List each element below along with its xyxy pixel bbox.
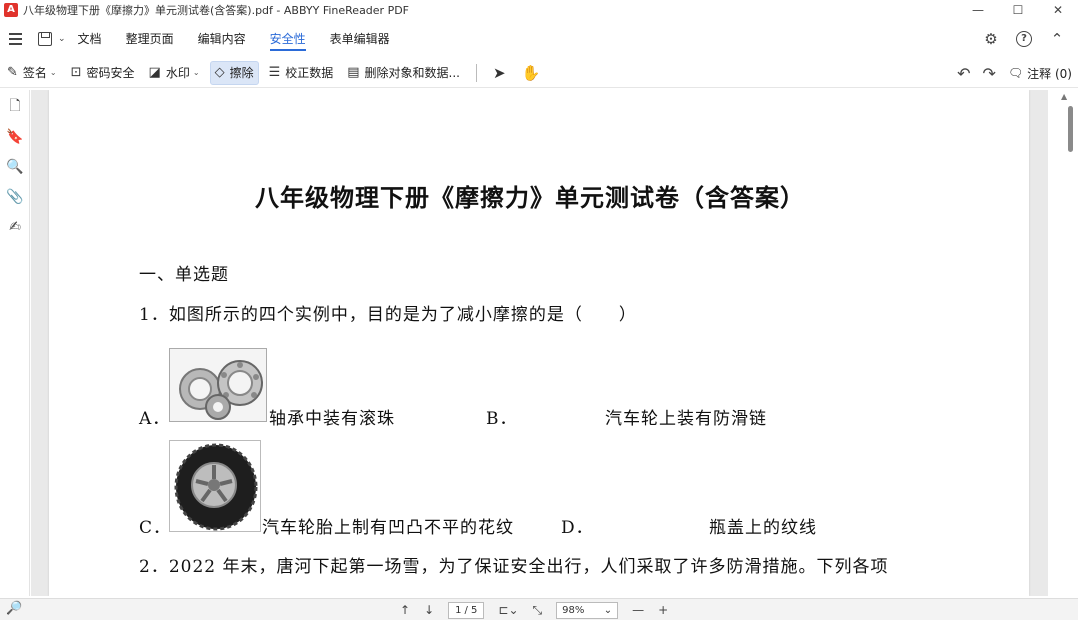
select-cursor-icon[interactable]: ➤ — [493, 64, 506, 82]
scroll-up-icon[interactable]: ▲ — [1061, 92, 1067, 101]
option-c-text: 汽车轮胎上制有凹凸不平的花纹 — [262, 518, 514, 538]
delete-objects-button[interactable]: ▤ 删除对象和数据... — [343, 61, 464, 85]
previous-page-icon[interactable]: ↑ — [400, 603, 410, 617]
delete-objects-icon: ▤ — [347, 65, 360, 80]
document-viewport[interactable]: 八年级物理下册《摩擦力》单元测试卷（含答案） 一、单选题 1．如图所示的四个实例… — [31, 90, 1048, 596]
next-page-icon[interactable]: ↓ — [424, 603, 434, 617]
option-b-label: B． — [486, 409, 518, 429]
option-b-text: 汽车轮上装有防滑链 — [605, 409, 767, 429]
zoom-select[interactable]: 98% ⌄ — [556, 601, 619, 619]
password-security-button[interactable]: ⊡ 密码安全 — [67, 61, 139, 85]
search-icon[interactable]: 🔍 — [0, 152, 30, 182]
comment-icon: 🗨 — [1007, 66, 1024, 80]
erase-button[interactable]: ◇ 擦除 — [209, 60, 259, 85]
delete-objects-label: 删除对象和数据... — [364, 66, 460, 80]
erase-label: 擦除 — [229, 66, 254, 80]
help-icon[interactable]: ? — [1016, 31, 1032, 47]
redact-data-label: 校正数据 — [285, 66, 334, 80]
pen-icon: ✎ — [7, 65, 18, 80]
status-bar: 🔎 ↑ ↓ 1 / 5 ⊏⌄ ⤡ 98% ⌄ — + — [0, 598, 1078, 620]
chevron-down-icon: ⌄ — [49, 68, 57, 77]
lock-icon: ⊡ — [70, 65, 82, 80]
chevron-down-icon: ⌄ — [192, 68, 200, 77]
hand-tool-icon[interactable]: ✋ — [522, 64, 541, 82]
window-controls: — ☐ ✕ — [958, 0, 1078, 20]
pdf-page: 八年级物理下册《摩擦力》单元测试卷（含答案） 一、单选题 1．如图所示的四个实例… — [49, 90, 1029, 596]
zoom-out-icon[interactable]: — — [632, 603, 644, 617]
security-toolbar: ✎ 签名 ⌄ ⊡ 密码安全 ◪ 水印 ⌄ ◇ 擦除 ☰ 校正数据 ▤ 删除对象和… — [0, 58, 1078, 88]
settings-gear-icon[interactable]: ⚙ — [982, 30, 1000, 48]
option-a-text: 轴承中装有滚珠 — [269, 409, 395, 429]
comments-button[interactable]: 🗨 注释 (0) — [1008, 65, 1072, 82]
option-d-text: 瓶盖上的纹线 — [709, 518, 817, 538]
zoom-value: 98% — [562, 604, 585, 616]
watermark-button[interactable]: ◪ 水印 ⌄ — [145, 61, 204, 85]
maximize-button[interactable]: ☐ — [998, 0, 1038, 20]
fit-page-icon[interactable]: ⤡ — [533, 603, 543, 618]
attachment-icon[interactable]: 📎 — [0, 182, 30, 212]
redo-icon[interactable]: ↷ — [983, 64, 996, 83]
page-layout-icon[interactable]: ⊏⌄ — [498, 603, 518, 617]
zoom-in-icon[interactable]: + — [658, 603, 668, 617]
collapse-ribbon-icon[interactable]: ⌃ — [1048, 30, 1066, 48]
undo-icon[interactable]: ↶ — [957, 64, 970, 83]
sign-tool-label: 签名 — [22, 66, 47, 80]
comments-label: 注释 (0) — [1027, 66, 1072, 81]
question-2-text: 2．2022 年末，唐河下起第一场雪，为了保证安全出行，人们采取了许多防滑措施。… — [139, 557, 889, 577]
current-page: 1 — [455, 604, 462, 616]
total-pages: / 5 — [464, 604, 478, 616]
menu-bar: ⌄ 文档 整理页面 编辑内容 安全性 表单编辑器 ⚙ ? ⌃ — [0, 24, 1078, 54]
watermark-label: 水印 — [165, 66, 190, 80]
option-d-label: D． — [561, 518, 594, 538]
redact-icon: ☰ — [268, 65, 281, 80]
scrollbar-thumb[interactable] — [1068, 106, 1073, 152]
toolbar-right-group: ↶ ↷ 🗨 注释 (0) — [957, 58, 1072, 88]
tire-image — [169, 440, 261, 532]
window-title: 八年级物理下册《摩擦力》单元测试卷(含答案).pdf - ABBYY FineR… — [23, 4, 410, 17]
toolbar-separator — [476, 63, 477, 82]
option-a-label: A． — [139, 409, 171, 429]
sign-tool-button[interactable]: ✎ 签名 ⌄ — [3, 61, 61, 85]
save-icon[interactable] — [38, 32, 52, 46]
menu-right-group: ⚙ ? ⌃ — [982, 24, 1066, 54]
minimize-button[interactable]: — — [958, 0, 998, 20]
password-security-label: 密码安全 — [86, 66, 135, 80]
close-button[interactable]: ✕ — [1038, 0, 1078, 20]
signature-icon[interactable]: ✍ — [0, 212, 30, 242]
chevron-down-icon[interactable]: ⌄ — [58, 34, 66, 44]
page-number-input[interactable]: 1 / 5 — [448, 601, 485, 619]
hamburger-menu-icon[interactable] — [2, 33, 28, 45]
page-thumbnails-icon[interactable]: 🗋 — [0, 92, 30, 122]
menu-item-organize-pages[interactable]: 整理页面 — [126, 24, 174, 54]
page-navigation: ↑ ↓ 1 / 5 ⊏⌄ ⤡ 98% ⌄ — + — [400, 599, 668, 620]
title-bar: A 八年级物理下册《摩擦力》单元测试卷(含答案).pdf - ABBYY Fin… — [0, 0, 1078, 20]
question-1-text: 1．如图所示的四个实例中，目的是为了减小摩擦的是（ ） — [139, 305, 637, 325]
eraser-icon: ◇ — [214, 65, 225, 80]
vertical-scrollbar[interactable]: ▲ — [1052, 90, 1078, 596]
document-title: 八年级物理下册《摩擦力》单元测试卷（含答案） — [255, 184, 805, 212]
menu-item-document[interactable]: 文档 — [78, 24, 102, 54]
left-sidebar: 🗋 🔖 🔍 📎 ✍ — [0, 90, 30, 596]
bearing-image — [169, 348, 267, 422]
section-heading: 一、单选题 — [139, 265, 229, 285]
redact-data-button[interactable]: ☰ 校正数据 — [265, 61, 338, 85]
menu-item-edit-content[interactable]: 编辑内容 — [198, 24, 246, 54]
menu-item-security[interactable]: 安全性 — [269, 24, 306, 54]
option-c-label: C． — [139, 518, 172, 538]
find-in-document-icon[interactable]: 🔎 — [6, 601, 22, 616]
watermark-icon: ◪ — [148, 65, 161, 80]
bookmark-icon[interactable]: 🔖 — [0, 122, 30, 152]
chevron-down-icon: ⌄ — [603, 604, 613, 616]
menu-item-form-editor[interactable]: 表单编辑器 — [330, 24, 390, 54]
app-logo-icon: A — [4, 3, 18, 17]
